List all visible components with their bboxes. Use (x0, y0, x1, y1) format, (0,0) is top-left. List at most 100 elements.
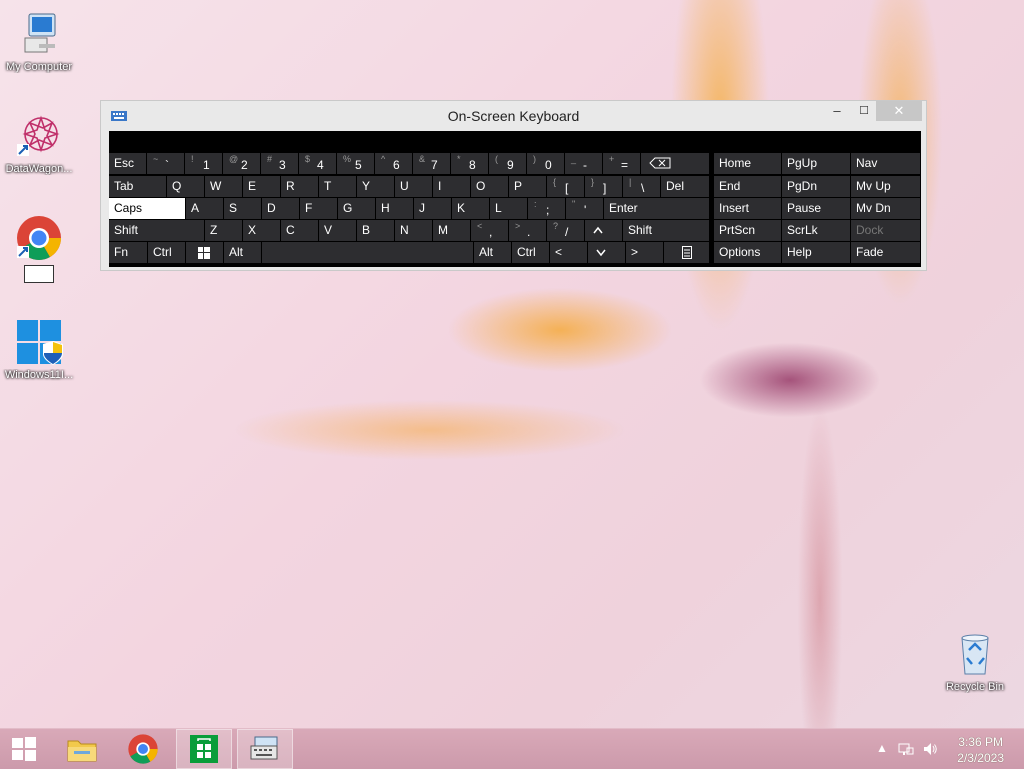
key-dock[interactable]: Dock (851, 220, 920, 241)
key-windows[interactable] (186, 242, 223, 263)
key-f[interactable]: F (300, 198, 337, 219)
key-sym-r4-2[interactable]: ? / (547, 220, 584, 241)
key-help[interactable]: Help (782, 242, 850, 263)
key-2[interactable]: ! 1 (185, 153, 222, 174)
key-3[interactable]: @2 (223, 153, 260, 174)
key-w[interactable]: W (205, 176, 242, 197)
key-s[interactable]: S (224, 198, 261, 219)
key-h[interactable]: H (376, 198, 413, 219)
key-end[interactable]: End (714, 176, 781, 197)
key-down[interactable] (588, 242, 625, 263)
volume-icon[interactable] (922, 741, 938, 760)
key-esc[interactable]: Esc (109, 153, 146, 174)
key-e[interactable]: E (243, 176, 280, 197)
desktop-icon-datawagon[interactable]: DataWagon... (0, 112, 78, 175)
title-bar[interactable]: On-Screen Keyboard ‒ ☐ ✕ (101, 101, 926, 131)
key-a[interactable]: A (186, 198, 223, 219)
key-label: > (631, 245, 639, 259)
key-scrlk[interactable]: ScrLk (782, 220, 850, 241)
key-n[interactable]: N (395, 220, 432, 241)
key-t[interactable]: T (319, 176, 356, 197)
network-icon[interactable] (898, 741, 914, 760)
key-z[interactable]: Z (205, 220, 242, 241)
key-sym-r3-0[interactable]: :; (528, 198, 565, 219)
key-prtscn[interactable]: PrtScn (714, 220, 781, 241)
key-u[interactable]: U (395, 176, 432, 197)
key-y[interactable]: Y (357, 176, 394, 197)
key-i[interactable]: I (433, 176, 470, 197)
key-caps[interactable]: Caps (109, 198, 185, 219)
key-right[interactable]: > (626, 242, 663, 263)
key-9[interactable]: * 8 (451, 153, 488, 174)
system-clock[interactable]: 3:36 PM 2/3/2023 (957, 734, 1004, 766)
key-g[interactable]: G (338, 198, 375, 219)
key-mv-up[interactable]: Mv Up (851, 176, 920, 197)
key-6[interactable]: % 5 (337, 153, 374, 174)
key-q[interactable]: Q (167, 176, 204, 197)
key-alt-left[interactable]: Alt (224, 242, 261, 263)
desktop-icon-my-computer[interactable]: My Computer (0, 10, 78, 73)
key-13[interactable]: + = (603, 153, 640, 174)
desktop-icon-windows11-installer[interactable]: Windows11I... (0, 318, 78, 381)
key-1[interactable]: ~ ` (147, 153, 184, 174)
key-space[interactable] (262, 242, 473, 263)
key-d[interactable]: D (262, 198, 299, 219)
key-r[interactable]: R (281, 176, 318, 197)
key-pgdn[interactable]: PgDn (782, 176, 850, 197)
key-enter[interactable]: Enter (604, 198, 709, 219)
key-pgup[interactable]: PgUp (782, 153, 850, 174)
key-sym-r4-0[interactable]: <, (471, 220, 508, 241)
key-b[interactable]: B (357, 220, 394, 241)
key-nav[interactable]: Nav (851, 153, 920, 174)
desktop-icon-recycle-bin[interactable]: Recycle Bin (936, 630, 1014, 693)
key-c[interactable]: C (281, 220, 318, 241)
key-v[interactable]: V (319, 220, 356, 241)
start-button[interactable] (0, 729, 48, 769)
key-sym-r3-1[interactable]: " ' (566, 198, 603, 219)
taskbar-store[interactable] (176, 729, 232, 769)
key-sym-r2-1[interactable]: }] (585, 176, 622, 197)
taskbar-file-explorer[interactable] (54, 729, 110, 769)
key-del[interactable]: Del (661, 176, 709, 197)
key-shift-right[interactable]: Shift (623, 220, 709, 241)
key-up[interactable] (585, 220, 622, 241)
key-alt-right[interactable]: Alt (474, 242, 511, 263)
key-k[interactable]: K (452, 198, 489, 219)
key-ctrl-left[interactable]: Ctrl (148, 242, 185, 263)
show-hidden-icons-chevron-icon[interactable]: ▲ (876, 741, 888, 755)
key-backspace[interactable] (641, 153, 709, 174)
key-4[interactable]: #3 (261, 153, 298, 174)
key-10[interactable]: (9 (489, 153, 526, 174)
key-fade[interactable]: Fade (851, 242, 920, 263)
desktop-icon-chrome[interactable] (0, 214, 78, 283)
key-home[interactable]: Home (714, 153, 781, 174)
key-l[interactable]: L (490, 198, 527, 219)
taskbar-on-screen-keyboard[interactable] (237, 729, 293, 769)
key-o[interactable]: O (471, 176, 508, 197)
key-12[interactable]: _ - (565, 153, 602, 174)
key-mv-dn[interactable]: Mv Dn (851, 198, 920, 219)
key-fn[interactable]: Fn (109, 242, 147, 263)
key-8[interactable]: & 7 (413, 153, 450, 174)
key-j[interactable]: J (414, 198, 451, 219)
close-button[interactable]: ✕ (876, 101, 922, 121)
taskbar-chrome[interactable] (115, 729, 171, 769)
key-tab[interactable]: Tab (109, 176, 166, 197)
key-sym-r4-1[interactable]: >. (509, 220, 546, 241)
key-menu[interactable] (664, 242, 709, 263)
key-options[interactable]: Options (714, 242, 781, 263)
key-5[interactable]: $4 (299, 153, 336, 174)
key-11[interactable]: ) 0 (527, 153, 564, 174)
key-7[interactable]: ^ 6 (375, 153, 412, 174)
key-x[interactable]: X (243, 220, 280, 241)
key-left[interactable]: < (550, 242, 587, 263)
key-pause[interactable]: Pause (782, 198, 850, 219)
key-m[interactable]: M (433, 220, 470, 241)
key-sym-r2-2[interactable]: | \ (623, 176, 660, 197)
key-label: H (381, 201, 390, 215)
key-ctrl-right[interactable]: Ctrl (512, 242, 549, 263)
key-insert[interactable]: Insert (714, 198, 781, 219)
key-sym-r2-0[interactable]: {[ (547, 176, 584, 197)
key-p[interactable]: P (509, 176, 546, 197)
key-shift-left[interactable]: Shift (109, 220, 204, 241)
